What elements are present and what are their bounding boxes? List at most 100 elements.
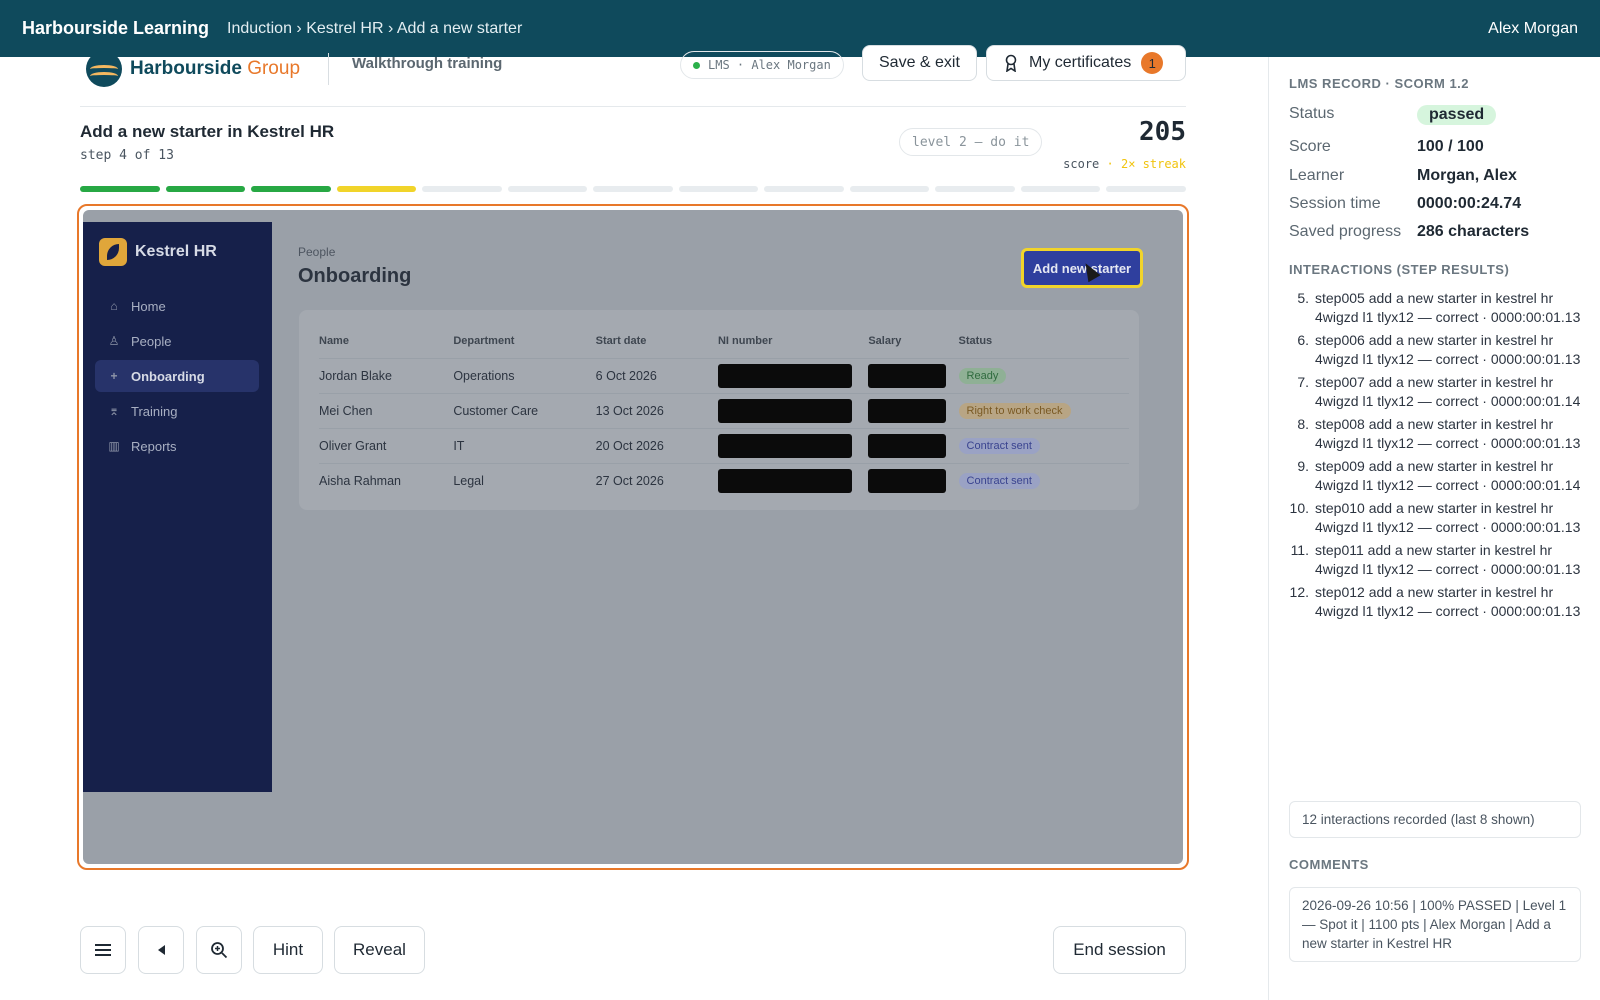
progress-segment <box>336 186 417 192</box>
cell-dept: Operations <box>453 357 596 393</box>
table-row[interactable]: Jordan Blake Operations 6 Oct 2026 Ready <box>319 357 1129 393</box>
saved-progress-row: Saved progress 286 characters <box>1289 223 1589 241</box>
column-header: Department <box>453 334 515 347</box>
cell-start: 27 Oct 2026 <box>595 462 718 498</box>
score-value: 205 <box>1139 117 1186 147</box>
kestrel-nav-label: Home <box>131 298 166 314</box>
menu-button[interactable] <box>80 926 126 974</box>
column-header: Start date <box>595 334 647 347</box>
status-badge: Ready <box>958 367 1007 384</box>
list-item: 11. step011 add a new starter in kestrel … <box>1283 541 1583 579</box>
kestrel-logo: Kestrel HR <box>99 238 217 266</box>
column-header: Name <box>319 334 349 347</box>
step-progress-bar <box>80 186 1186 192</box>
zoom-button[interactable] <box>196 926 242 974</box>
end-session-button[interactable]: End session <box>1053 926 1186 974</box>
kestrel-nav-item-reports[interactable]: ▥ Reports <box>95 430 259 462</box>
table-row[interactable]: Aisha Rahman Legal 27 Oct 2026 Contract sen… <box>319 462 1129 498</box>
cell-name: Oliver Grant <box>319 427 454 463</box>
interaction-number: 10. <box>1289 500 1309 516</box>
score-row: Score 100 / 100 <box>1289 138 1589 156</box>
kestrel-nav-item-onboarding[interactable]: + Onboarding <box>95 360 259 392</box>
list-item: 8. step008 add a new starter in kestrel h… <box>1283 415 1583 453</box>
interaction-number: 9. <box>1297 458 1309 474</box>
cell-name: Jordan Blake <box>319 357 454 393</box>
hint-button[interactable]: Hint <box>253 926 323 974</box>
progress-segment <box>678 186 759 192</box>
onboarding-table: Name Department Start date NI number Salary S… <box>319 324 1129 498</box>
person-icon: ♙ <box>108 334 120 348</box>
kestrel-nav-label: People <box>131 333 172 349</box>
status-badge: Contract sent <box>958 472 1040 489</box>
table-body: Jordan Blake Operations 6 Oct 2026 Ready Mei… <box>319 357 1129 498</box>
task-title: Add a new starter in Kestrel HR <box>80 122 335 141</box>
list-item: 7. step007 add a new starter in kestrel h… <box>1283 373 1583 411</box>
cell-salary <box>868 462 959 498</box>
saved-progress-value: 286 characters <box>1417 223 1530 240</box>
level-pill: level 2 — do it <box>899 128 1043 156</box>
reveal-button[interactable]: Reveal <box>334 926 425 974</box>
progress-segment <box>422 186 502 192</box>
ribbon-icon <box>1005 54 1017 72</box>
score-label: score <box>1063 157 1100 171</box>
kestrel-nav-item-people[interactable]: ♙ People <box>95 325 259 357</box>
learner-label: Learner <box>1289 167 1345 184</box>
progress-segment <box>1020 186 1101 192</box>
score-caption: score · 2× streak <box>1063 157 1186 171</box>
save-exit-button[interactable]: Save & exit <box>862 45 977 81</box>
bar-chart-icon: ▥ <box>108 439 120 453</box>
redaction-bar <box>717 433 852 458</box>
interaction-text: step009 add a new starter in kestrel hr … <box>1315 458 1581 493</box>
table-row[interactable]: Oliver Grant IT 20 Oct 2026 Contract sent <box>319 427 1129 463</box>
status-badge: Right to work check <box>958 402 1071 419</box>
lms-record-panel: LMS RECORD · SCORM 1.2 Status passed Scor… <box>1268 57 1600 1000</box>
kestrel-app: Kestrel HR ⌂ Home ♙ People + Onboarding ⌆ Train… <box>83 210 1183 864</box>
list-item: 5. step005 add a new starter in kestrel h… <box>1283 289 1583 327</box>
user-name[interactable]: Alex Morgan <box>1488 20 1578 38</box>
brand-name-main: Harbourside <box>130 58 242 79</box>
interaction-number: 5. <box>1297 290 1309 306</box>
course-header: Harbourside Group Walkthrough training L… <box>80 45 1186 107</box>
my-certificates-button[interactable]: My certificates 1 <box>986 45 1186 81</box>
cell-start: 13 Oct 2026 <box>595 392 718 428</box>
kestrel-nav-item-home[interactable]: ⌂ Home <box>95 290 259 322</box>
list-item: 12. step012 add a new starter in kestrel … <box>1283 583 1583 621</box>
interaction-text: step005 add a new starter in kestrel hr … <box>1315 290 1581 325</box>
plus-icon: + <box>110 369 118 383</box>
graduation-cap-icon: ⌆ <box>108 404 120 418</box>
cell-ni-number <box>717 462 869 498</box>
main-area: Harbourside Group Walkthrough training L… <box>0 45 1268 1000</box>
step-counter: step 4 of 13 <box>80 148 174 163</box>
kestrel-nav-label: Training <box>131 403 178 419</box>
back-button[interactable] <box>138 926 184 974</box>
table-row[interactable]: Mei Chen Customer Care 13 Oct 2026 Right to… <box>319 392 1129 428</box>
kestrel-page-title: Onboarding <box>298 265 412 287</box>
status-badge: Contract sent <box>958 437 1040 454</box>
home-icon: ⌂ <box>110 299 118 313</box>
interaction-text: step012 add a new starter in kestrel hr … <box>1315 584 1581 619</box>
progress-segment <box>1106 186 1186 192</box>
comments-heading: COMMENTS <box>1289 857 1369 872</box>
interaction-number: 6. <box>1297 332 1309 348</box>
cell-ni-number <box>717 357 869 393</box>
column-header: NI number <box>717 334 773 347</box>
kestrel-sidebar: Kestrel HR ⌂ Home ♙ People + Onboarding ⌆ Train… <box>83 222 272 792</box>
kestrel-nav-item-training[interactable]: ⌆ Training <box>95 395 259 427</box>
redaction-bar <box>868 433 947 458</box>
brand: Harbourside Group <box>86 51 300 87</box>
cell-start: 20 Oct 2026 <box>595 427 718 463</box>
session-time-value: 0000:00:24.74 <box>1417 195 1522 212</box>
redaction-bar <box>868 363 947 388</box>
cell-status: Contract sent <box>958 462 1129 498</box>
interaction-text: step008 add a new starter in kestrel hr … <box>1315 416 1581 451</box>
redaction-bar <box>717 468 852 493</box>
top-bar: Harbourside Learning Induction › Kestrel… <box>0 0 1600 57</box>
interactions-heading: INTERACTIONS (STEP RESULTS) <box>1289 262 1510 277</box>
cell-dept: Customer Care <box>453 392 596 428</box>
list-item: 6. step006 add a new starter in kestrel h… <box>1283 331 1583 369</box>
connected-dot-icon <box>693 61 700 69</box>
status-row: Status passed <box>1289 105 1589 125</box>
progress-segment <box>849 186 930 192</box>
cell-status: Right to work check <box>958 392 1129 428</box>
back-icon <box>158 945 165 955</box>
